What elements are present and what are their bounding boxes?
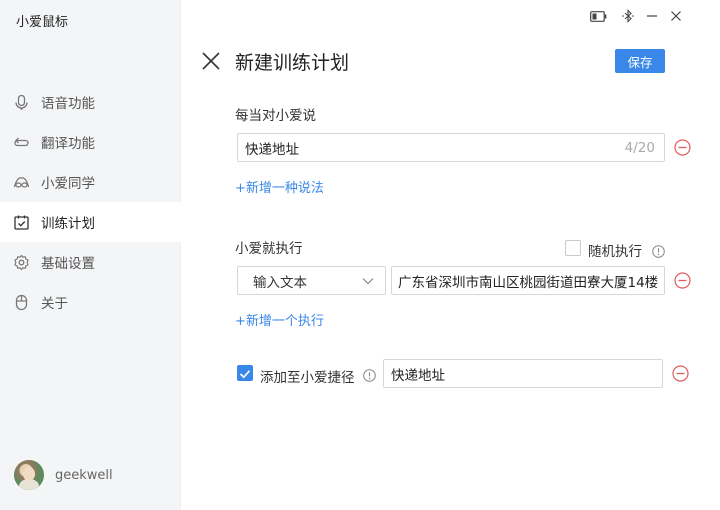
sidebar-item-voice[interactable]: 语音功能 <box>0 82 181 122</box>
app-title: 小爱鼠标 <box>16 15 69 30</box>
action-label: 小爱就执行 <box>235 241 303 257</box>
sidebar-item-label: 训练计划 <box>41 216 95 232</box>
translate-loop-icon <box>13 134 30 151</box>
sidebar-item-label: 基础设置 <box>41 256 95 272</box>
remove-phrase-button[interactable] <box>674 139 691 156</box>
close-plan-button[interactable] <box>200 50 222 72</box>
user-profile[interactable]: geekwell <box>14 460 113 490</box>
microphone-icon <box>13 94 30 111</box>
trigger-phrase-input[interactable]: 快递地址 4/20 <box>237 133 665 162</box>
trigger-label: 每当对小爱说 <box>235 108 316 124</box>
battery-icon <box>589 8 607 24</box>
random-execute-checkbox[interactable] <box>565 240 581 256</box>
sidebar-nav: 语音功能 翻译功能 小爱同学 训练计划 基础设置 关于 <box>0 82 181 322</box>
minus-circle-icon <box>674 139 691 156</box>
random-execute-label: 随机执行 <box>588 244 642 260</box>
action-text-input[interactable]: 广东省深圳市南山区桃园街道田寮大厦14楼 <box>391 266 665 295</box>
calendar-check-icon <box>13 214 30 231</box>
remove-shortcut-button[interactable] <box>672 365 689 382</box>
trigger-phrase-value: 快递地址 <box>245 141 299 158</box>
char-counter: 4/20 <box>624 140 655 156</box>
sidebar-item-label: 小爱同学 <box>41 176 95 192</box>
sidebar-item-translate[interactable]: 翻译功能 <box>0 122 181 162</box>
checkmark-icon <box>239 370 251 379</box>
close-icon <box>202 52 220 70</box>
sidebar-item-label: 关于 <box>41 296 68 312</box>
action-type-value: 输入文本 <box>253 274 307 291</box>
sidebar-item-label: 语音功能 <box>41 96 95 112</box>
minus-circle-icon <box>672 365 689 382</box>
action-type-select[interactable]: 输入文本 <box>237 266 386 295</box>
sidebar: 小爱鼠标 语音功能 翻译功能 小爱同学 训练计划 基础设置 关于 geekwel… <box>0 0 181 510</box>
sidebar-item-settings[interactable]: 基础设置 <box>0 242 181 282</box>
bluetooth-icon <box>620 8 636 24</box>
add-phrase-link[interactable]: +新增一种说法 <box>235 177 324 196</box>
page-title: 新建训练计划 <box>235 52 350 74</box>
sidebar-item-xiaoai[interactable]: 小爱同学 <box>0 162 181 202</box>
minus-circle-icon <box>674 272 691 289</box>
sidebar-item-label: 翻译功能 <box>41 136 95 152</box>
chevron-down-icon <box>362 278 374 285</box>
sidebar-item-training[interactable]: 训练计划 <box>0 202 181 242</box>
minimize-button[interactable] <box>644 8 660 24</box>
avatar <box>14 460 44 490</box>
xiaoai-icon <box>13 174 30 191</box>
shortcut-name-value: 快递地址 <box>391 367 445 384</box>
username: geekwell <box>55 467 113 483</box>
add-shortcut-checkbox[interactable] <box>237 365 253 381</box>
info-icon[interactable] <box>363 367 376 382</box>
mouse-icon <box>13 294 30 311</box>
add-shortcut-label: 添加至小爱捷径 <box>260 370 355 386</box>
add-action-link[interactable]: +新增一个执行 <box>235 310 324 329</box>
remove-action-button[interactable] <box>674 272 691 289</box>
sidebar-item-about[interactable]: 关于 <box>0 282 181 322</box>
close-icon <box>671 11 681 21</box>
info-icon[interactable] <box>652 243 665 258</box>
window-close-button[interactable] <box>668 8 684 24</box>
action-text-value: 广东省深圳市南山区桃园街道田寮大厦14楼 <box>398 274 659 291</box>
shortcut-name-input[interactable]: 快递地址 <box>383 359 663 388</box>
minimize-icon <box>647 15 657 17</box>
gear-icon <box>13 254 30 271</box>
save-button[interactable]: 保存 <box>615 49 665 73</box>
